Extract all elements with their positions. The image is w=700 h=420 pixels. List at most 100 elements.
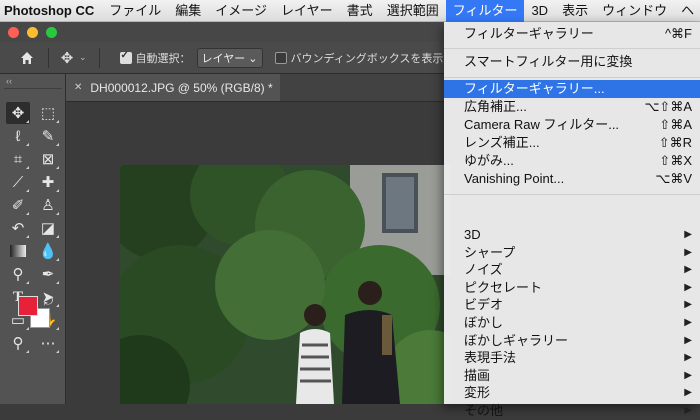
menu-item-submenu[interactable]: シャープ ▶ [444, 244, 700, 262]
menu-item-submenu[interactable]: ぼかしギャラリー ▶ [444, 332, 700, 350]
menu-separator [444, 194, 700, 195]
clone-stamp-icon[interactable]: ♙ [36, 194, 60, 216]
menu-help[interactable]: ヘ [674, 0, 700, 22]
submenu-arrow-icon: ▶ [684, 334, 692, 346]
submenu-arrow-icon: ▶ [684, 264, 692, 276]
tool-group-indicator [26, 166, 29, 169]
document-tab[interactable]: ✕ DH000012.JPG @ 50% (RGB/8) * [66, 74, 280, 101]
menu-item-label: 3D [464, 227, 481, 242]
submenu-arrow-icon: ▶ [684, 299, 692, 311]
foreground-color-swatch[interactable] [18, 296, 38, 316]
collapse-panel-icon[interactable]: ‹‹ [6, 76, 12, 86]
healing-brush-icon[interactable]: ✚ [36, 171, 60, 193]
menu-item-submenu[interactable]: ピクセレート ▶ [444, 279, 700, 297]
menu-item-submenu[interactable]: ビデオ ▶ [444, 296, 700, 314]
menu-item-label: シャープ [464, 244, 516, 260]
menu-separator [444, 48, 700, 49]
move-tool-preset-icon[interactable]: ✥ [57, 49, 77, 67]
app-menu[interactable]: Photoshop CC [0, 3, 102, 18]
menu-view[interactable]: 表示 [555, 0, 595, 22]
auto-select-target-dropdown[interactable]: レイヤー ⌄ [196, 47, 263, 68]
document-image[interactable] [120, 165, 450, 404]
menu-item-lens-correction[interactable]: レンズ補正... ⇧⌘R [444, 134, 700, 152]
quick-select-icon[interactable]: ✎ [36, 125, 60, 147]
menu-item-submenu[interactable]: 3D ▶ [444, 226, 700, 244]
bounding-box-checkbox[interactable]: バウンディングボックスを表示 [274, 50, 444, 66]
menu-item-submenu[interactable]: その他 ▶ [444, 402, 700, 420]
menu-item-shortcut: ^⌘F [664, 26, 692, 41]
history-brush-icon[interactable]: ↶ [6, 217, 30, 239]
auto-select-target-value: レイヤー [201, 52, 246, 65]
menu-item-label: 描画 [464, 367, 491, 383]
brush-icon[interactable]: ✐ [6, 194, 30, 216]
checkbox-checked-icon[interactable] [119, 50, 132, 64]
menu-image[interactable]: イメージ [208, 0, 274, 22]
chevron-down-icon[interactable]: ⌄ [79, 52, 87, 63]
minimize-window-button[interactable] [27, 27, 38, 38]
gradient-icon[interactable]: ▭ [10, 245, 26, 257]
frame-icon[interactable]: ⊠ [36, 148, 60, 170]
zoom-window-button[interactable] [46, 27, 57, 38]
menu-item-shortcut: ⌥⌘V [655, 171, 692, 186]
menu-item-last-filter[interactable]: フィルターギャラリー ^⌘F [444, 25, 700, 43]
tool-group-indicator [26, 327, 29, 330]
home-icon[interactable] [18, 49, 36, 67]
menu-item-label: ゆがみ... [464, 153, 514, 168]
menu-item-submenu[interactable]: ぼかし ▶ [444, 314, 700, 332]
marquee-icon[interactable]: ⬚ [36, 102, 60, 124]
menu-item-liquify[interactable]: ゆがみ... ⇧⌘X [444, 152, 700, 170]
pen-icon[interactable]: ✒ [36, 263, 60, 285]
menu-item-submenu[interactable]: ノイズ ▶ [444, 261, 700, 279]
menu-item-adaptive-wide-angle[interactable]: 広角補正... ⌥⇧⌘A [444, 98, 700, 116]
crop-icon[interactable]: ⌗ [6, 148, 30, 170]
tool-group-indicator [26, 189, 29, 192]
tool-group-indicator [56, 143, 59, 146]
menu-item-label: フィルターギャラリー... [464, 81, 605, 96]
submenu-arrow-icon: ▶ [684, 317, 692, 328]
menu-type[interactable]: 書式 [340, 0, 380, 22]
menu-filter[interactable]: フィルター [445, 0, 525, 22]
eyedropper-icon[interactable]: ⟋ [6, 171, 30, 193]
swap-colors-icon[interactable]: ⤾ [44, 296, 53, 309]
menu-item-label: Camera Raw フィルター... [464, 117, 620, 132]
tool-group-indicator [26, 235, 29, 238]
menu-edit[interactable]: 編集 [168, 0, 208, 22]
more-icon[interactable]: ⋯ [36, 332, 60, 354]
tool-group-indicator [56, 212, 59, 215]
menu-item-camera-raw-filter[interactable]: Camera Raw フィルター... ⇧⌘A [444, 116, 700, 134]
tool-group-indicator [56, 304, 59, 307]
checkbox-unchecked-icon[interactable] [274, 51, 287, 64]
tool-group-indicator [22, 253, 25, 256]
zoom-icon[interactable]: ⚲ [6, 332, 30, 354]
tool-group-indicator [26, 350, 29, 353]
tool-group-indicator [56, 258, 59, 261]
eraser-icon[interactable]: ◪ [36, 217, 60, 239]
menu-item-vanishing-point[interactable]: Vanishing Point... ⌥⌘V [444, 170, 700, 188]
menu-file[interactable]: ファイル [102, 0, 168, 22]
menu-item-submenu[interactable]: 表現手法 ▶ [444, 349, 700, 367]
close-icon[interactable]: ✕ [74, 82, 82, 93]
dodge-icon[interactable]: ⚲ [6, 263, 30, 285]
menu-select[interactable]: 選択範囲 [380, 0, 446, 22]
filter-menu-dropdown: フィルターギャラリー ^⌘F スマートフィルター用に変換 フィルターギャラリー.… [444, 22, 700, 418]
submenu-arrow-icon: ▶ [684, 281, 692, 293]
menu-window[interactable]: ウィンドウ [595, 0, 674, 22]
auto-select-checkbox[interactable]: 自動選択： レイヤー ⌄ [119, 47, 263, 68]
tool-group-indicator [26, 212, 29, 215]
menu-item-submenu[interactable]: 変形 ▶ [444, 384, 700, 402]
tool-group-indicator [56, 189, 59, 192]
menu-3d[interactable]: 3D [524, 0, 555, 22]
menu-item-convert-smart-filter[interactable]: スマートフィルター用に変換 [444, 53, 700, 71]
blur-icon[interactable]: 💧 [36, 240, 60, 262]
lasso-icon[interactable]: ℓ [6, 125, 30, 147]
menu-item-shortcut: ⇧⌘A [659, 117, 692, 132]
submenu-arrow-icon: ▶ [684, 352, 692, 364]
bounding-box-label: バウンディングボックスを表示 [290, 52, 444, 65]
menu-item-submenu[interactable]: 描画 ▶ [444, 367, 700, 385]
menu-layer[interactable]: レイヤー [274, 0, 340, 22]
auto-select-label: 自動選択： [135, 52, 191, 65]
close-window-button[interactable] [8, 27, 19, 38]
move-icon[interactable]: ✥ [6, 102, 30, 124]
submenu-arrow-icon: ▶ [684, 229, 692, 240]
menu-item-filter-gallery[interactable]: フィルターギャラリー... [444, 80, 700, 98]
